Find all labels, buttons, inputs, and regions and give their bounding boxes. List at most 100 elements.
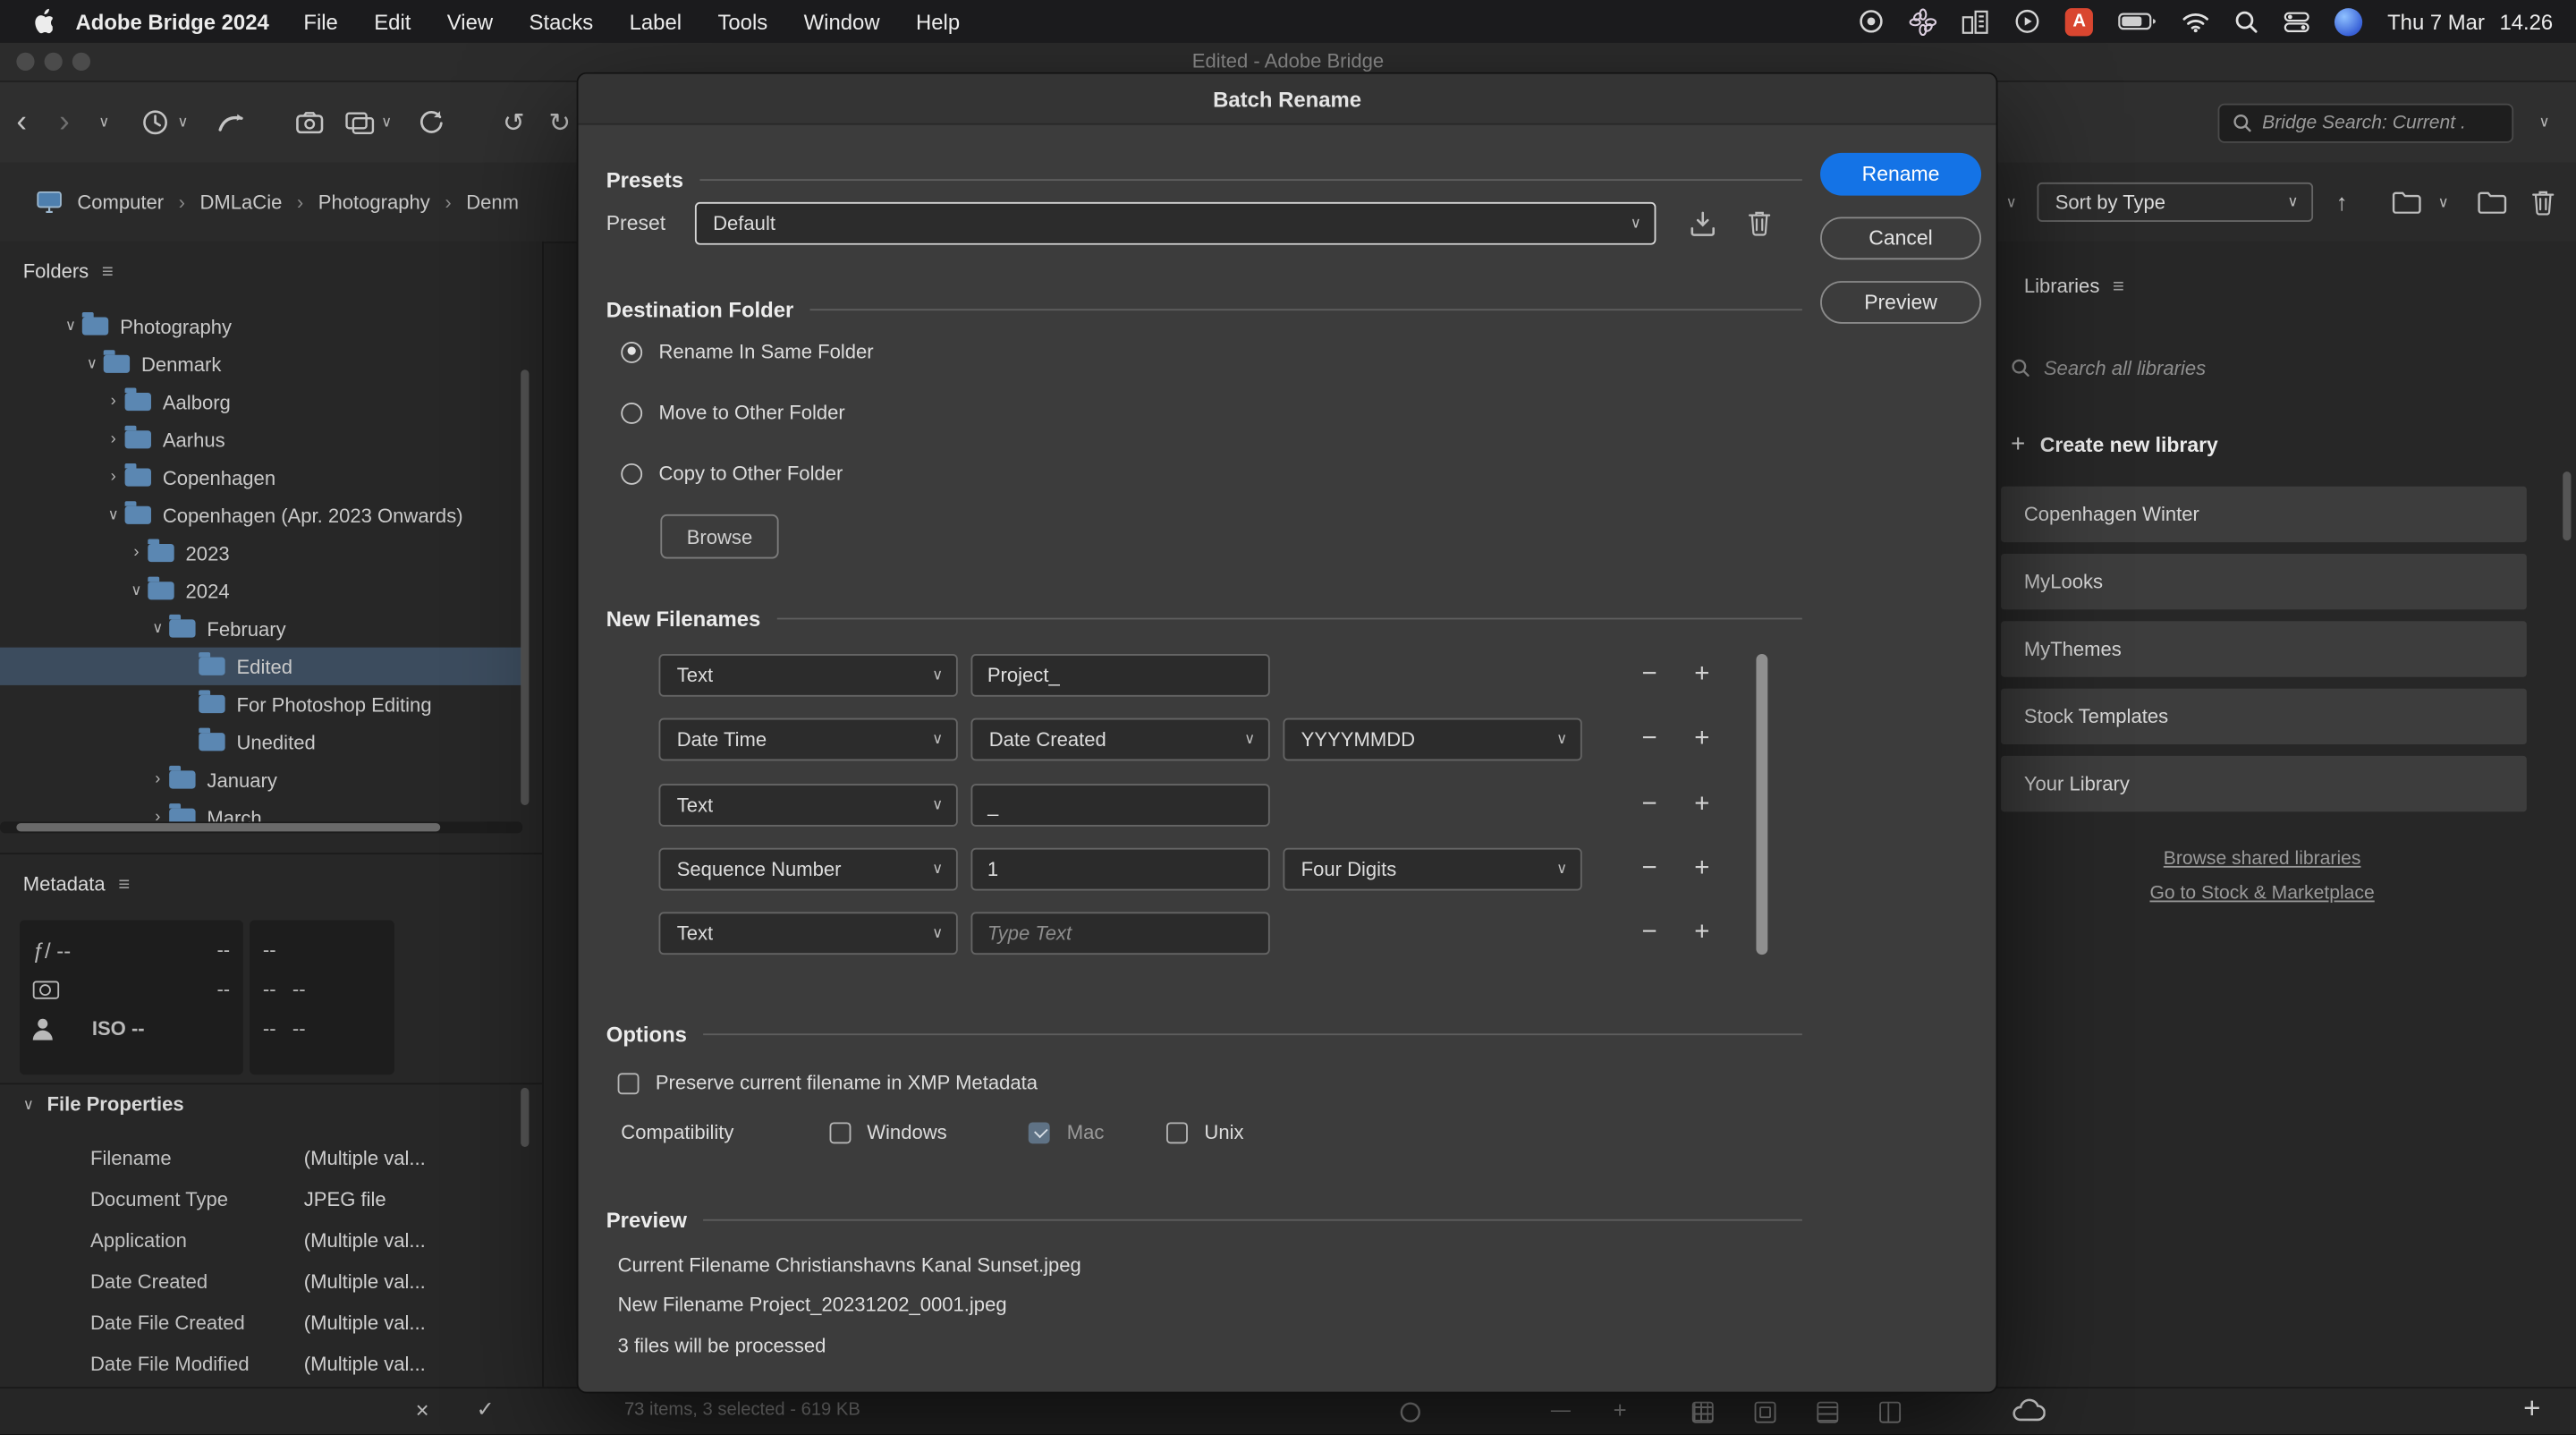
back-button[interactable]: ‹ [16,82,27,163]
thumbnail-larger-icon[interactable]: + [1614,1397,1627,1422]
element-type-dropdown[interactable]: Text∨ [659,912,958,955]
breadcrumb-denmark[interactable]: Denm [466,191,519,214]
sort-ascending-icon[interactable]: ↑ [2336,163,2348,242]
remove-element-button[interactable]: − [1633,919,1666,948]
libraries-panel-header[interactable]: Libraries ≡ [2024,275,2124,298]
file-properties-header[interactable]: ∨ File Properties [23,1092,184,1116]
add-element-button[interactable]: + [1685,725,1718,754]
digits-format-dropdown[interactable]: Four Digits∨ [1283,848,1581,891]
element-type-dropdown[interactable]: Text∨ [659,784,958,827]
chevron-right-icon[interactable]: › [102,430,125,448]
add-element-button[interactable]: + [1685,854,1718,884]
windows-checkbox-icon[interactable] [829,1122,851,1143]
libraries-search[interactable]: Search all libraries [2011,357,2206,380]
folder-tree-item[interactable]: For Photoshop Editing [0,685,522,723]
boomerang-icon[interactable] [216,82,246,163]
history-chevron-icon[interactable]: ∨ [177,82,188,163]
trash-icon[interactable] [2531,163,2555,242]
chevron-right-icon[interactable]: › [146,770,169,788]
rotate-right-icon[interactable]: ↻ [548,82,571,163]
metadata-cancel-icon[interactable]: × [416,1397,429,1422]
create-new-library-button[interactable]: + Create new library [2011,430,2218,458]
library-item[interactable]: MyLooks [2001,554,2527,609]
folder-tree-item[interactable]: › January [0,760,522,798]
menu-file[interactable]: File [285,9,356,34]
folder-tree-item[interactable]: › Aarhus [0,420,522,458]
element-type-dropdown[interactable]: Text∨ [659,654,958,697]
chevron-right-icon[interactable]: › [102,468,125,486]
chevron-down-icon[interactable]: ∨ [146,619,169,637]
panel-menu-icon[interactable]: ≡ [2113,275,2124,298]
view-details-icon[interactable] [1755,1402,1776,1423]
stock-marketplace-link[interactable]: Go to Stock & Marketplace [1997,884,2526,904]
folder-tree-item[interactable]: ∨ Copenhagen (Apr. 2023 Onwards) [0,497,522,534]
scrollbar-thumb[interactable] [16,823,440,831]
battery-icon[interactable] [2118,12,2157,31]
folders-vertical-scrollbar[interactable] [521,369,529,805]
save-preset-icon[interactable] [1689,210,1716,238]
breadcrumb-photography[interactable]: Photography [318,191,430,214]
photos-flower-icon[interactable] [1910,7,1937,35]
folder-tree-item[interactable]: › Copenhagen [0,458,522,496]
library-item[interactable]: Stock Templates [2001,689,2527,744]
filter-chevron-icon[interactable]: ∨ [2006,163,2017,242]
folder-tree-item[interactable]: ∨ February [0,609,522,647]
menu-bar-date[interactable]: Thu 7 Mar [2387,9,2485,34]
remove-element-button[interactable]: − [1633,854,1666,884]
add-element-button[interactable]: + [1685,660,1718,690]
record-status-icon[interactable] [1859,8,1885,34]
nav-dropdown-chevron-icon[interactable]: ∨ [98,82,109,163]
menu-view[interactable]: View [429,9,512,34]
delete-preset-icon[interactable] [1748,208,1771,236]
cancel-button[interactable]: Cancel [1820,217,1981,259]
sort-by-dropdown[interactable]: Sort by Type ∨ [2038,183,2314,222]
preview-button[interactable]: Preview [1820,281,1981,324]
remove-element-button[interactable]: − [1633,725,1666,754]
metadata-apply-icon[interactable]: ✓ [477,1397,495,1422]
search-options-chevron-icon[interactable]: ∨ [2538,82,2549,163]
rotate-left-icon[interactable]: ↺ [503,82,525,163]
element-type-dropdown[interactable]: Sequence Number∨ [659,848,958,891]
new-synced-file-icon[interactable]: + [2523,1392,2540,1427]
wifi-icon[interactable] [2182,11,2210,32]
view-filmstrip-icon[interactable] [1879,1402,1901,1423]
menu-window[interactable]: Window [785,9,897,34]
forward-button[interactable]: › [59,82,70,163]
folder-icon[interactable] [2478,163,2509,242]
new-folder-icon[interactable] [2392,163,2423,242]
panel-menu-icon[interactable]: ≡ [118,872,130,896]
menu-label[interactable]: Label [611,9,699,34]
text-value-input[interactable] [970,654,1269,697]
refresh-icon[interactable] [418,82,445,163]
element-type-dropdown[interactable]: Date Time∨ [659,718,958,761]
folders-panel-header[interactable]: Folders ≡ [23,259,114,283]
menu-help[interactable]: Help [898,9,979,34]
open-in-camera-raw-icon[interactable] [345,82,375,163]
panel-menu-icon[interactable]: ≡ [102,259,114,283]
library-item[interactable]: Your Library [2001,756,2527,811]
spotlight-search-icon[interactable] [2234,9,2259,34]
preset-dropdown[interactable]: Default ∨ [695,202,1656,245]
rename-in-same-folder-option[interactable]: Rename In Same Folder [621,335,873,369]
view-list-icon[interactable] [1817,1402,1838,1423]
text-value-input[interactable] [970,912,1269,955]
menu-stacks[interactable]: Stacks [511,9,611,34]
remove-element-button[interactable]: − [1633,660,1666,690]
move-to-other-folder-option[interactable]: Move to Other Folder [621,396,845,429]
breadcrumb-dmlacie[interactable]: DMLaCie [200,191,283,214]
remove-element-button[interactable]: − [1633,790,1666,819]
radio-icon[interactable] [621,402,642,423]
folder-tree-item-selected[interactable]: Edited [0,648,522,685]
radio-selected-icon[interactable] [621,341,642,362]
text-value-input[interactable] [970,784,1269,827]
apple-menu-icon[interactable] [30,8,53,34]
folders-horizontal-scrollbar[interactable] [0,821,522,833]
history-icon[interactable] [141,82,169,163]
rename-button[interactable]: Rename [1820,153,1981,196]
menu-edit[interactable]: Edit [356,9,429,34]
view-grid-icon[interactable] [1692,1402,1714,1423]
folder-tree-item[interactable]: ∨ Photography [0,307,522,344]
filename-rows-scrollbar[interactable] [1756,654,1767,955]
metadata-panel-header[interactable]: Metadata ≡ [23,872,131,896]
menu-bar-time[interactable]: 14.26 [2499,9,2553,34]
